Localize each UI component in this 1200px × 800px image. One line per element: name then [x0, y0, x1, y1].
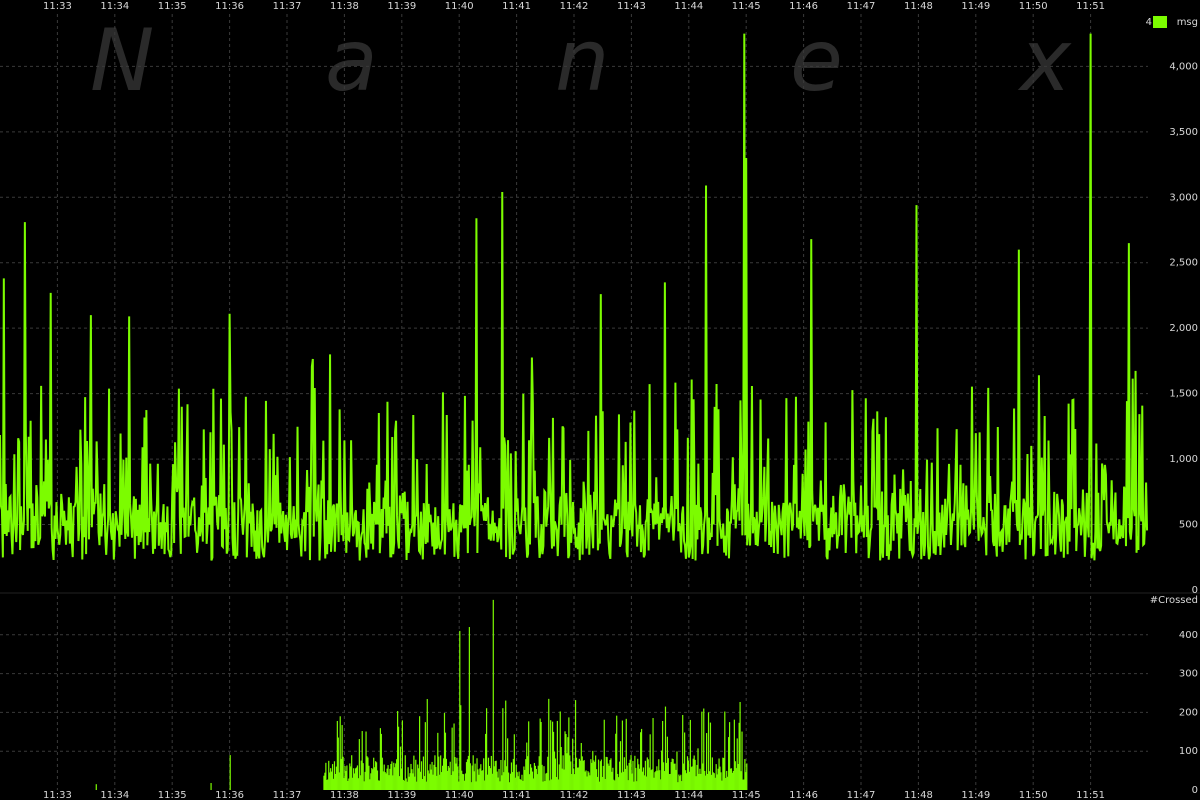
- top-x-tick-label: 11:41: [502, 1, 531, 12]
- bottom-y-tick-label: 100: [1179, 746, 1198, 757]
- bottom-x-tick-label: 11:44: [674, 790, 703, 800]
- bottom-x-tick-label: 11:36: [215, 790, 244, 800]
- bottom-x-tick-label: 11:51: [1076, 790, 1105, 800]
- top-y-tick-label: 3,000: [1169, 192, 1198, 203]
- bottom-x-tick-label: 11:35: [158, 790, 187, 800]
- top-x-tick-label: 11:44: [674, 1, 703, 12]
- bottom-x-tick-label: 11:41: [502, 790, 531, 800]
- legend-label: 4: [1146, 17, 1152, 28]
- top-y-tick-label: 1,000: [1169, 454, 1198, 465]
- top-x-tick-label: 11:37: [273, 1, 302, 12]
- bottom-y-tick-label: 300: [1179, 669, 1198, 680]
- watermark-letter: e: [790, 11, 843, 111]
- bottom-y-tick-label: 200: [1179, 707, 1198, 718]
- top-y-tick-label: 2,500: [1169, 258, 1198, 269]
- top-x-tick-label: 11:38: [330, 1, 359, 12]
- bottom-y-tick-label: 0: [1192, 785, 1198, 796]
- top-x-tick-label: 11:34: [100, 1, 129, 12]
- watermark-letter: a: [325, 11, 378, 111]
- top-x-tick-label: 11:49: [961, 1, 990, 12]
- crossed-bar: [424, 722, 426, 790]
- top-x-tick-label: 11:33: [43, 1, 72, 12]
- crossed-bar: [401, 720, 403, 790]
- bottom-x-tick-label: 11:43: [617, 790, 646, 800]
- bottom-x-tick-label: 11:50: [1019, 790, 1048, 800]
- bottom-x-tick-label: 11:47: [847, 790, 876, 800]
- crossed-bar: [210, 783, 212, 790]
- top-x-tick-label: 11:50: [1019, 1, 1048, 12]
- top-y-tick-label: 2,000: [1169, 323, 1198, 334]
- legend-swatch: [1153, 16, 1167, 28]
- top-x-tick-label: 11:51: [1076, 1, 1105, 12]
- top-x-tick-label: 11:45: [732, 1, 761, 12]
- crossed-bar: [746, 763, 748, 790]
- bottom-x-tick-label: 11:45: [732, 790, 761, 800]
- top-x-tick-label: 11:42: [560, 1, 589, 12]
- top-x-tick-label: 11:43: [617, 1, 646, 12]
- bottom-x-tick-label: 11:37: [273, 790, 302, 800]
- top-x-tick-label: 11:35: [158, 1, 187, 12]
- bottom-x-tick-label: 11:49: [961, 790, 990, 800]
- top-y-tick-label: 4,000: [1169, 61, 1198, 72]
- bottom-x-tick-label: 11:38: [330, 790, 359, 800]
- bottom-x-tick-label: 11:34: [100, 790, 129, 800]
- watermark-letter: n: [555, 11, 610, 111]
- top-x-tick-label: 11:48: [904, 1, 933, 12]
- bottom-units-label: #Crossed: [1150, 595, 1198, 606]
- bottom-x-tick-label: 11:46: [789, 790, 818, 800]
- crossed-bar: [548, 698, 550, 790]
- bottom-x-tick-label: 11:42: [560, 790, 589, 800]
- top-x-tick-label: 11:40: [445, 1, 474, 12]
- bottom-x-tick-label: 11:39: [387, 790, 416, 800]
- top-units-label: msg: [1177, 17, 1198, 28]
- bottom-x-tick-label: 11:33: [43, 790, 72, 800]
- top-y-tick-label: 1,500: [1169, 389, 1198, 400]
- top-x-tick-label: 11:47: [847, 1, 876, 12]
- top-y-tick-label: 500: [1179, 520, 1198, 531]
- chart: Na n e x 11:33 11:34 11:35 11:36 11:37 11:38 11:3…: [0, 0, 1200, 800]
- top-x-tick-label: 11:46: [789, 1, 818, 12]
- crossed-bar: [492, 599, 494, 790]
- watermark-letter: N: [90, 11, 154, 111]
- top-y-tick-label: 3,500: [1169, 127, 1198, 138]
- top-x-tick-label: 11:39: [387, 1, 416, 12]
- bottom-x-tick-label: 11:48: [904, 790, 933, 800]
- bottom-x-tick-label: 11:40: [445, 790, 474, 800]
- top-x-tick-label: 11:36: [215, 1, 244, 12]
- bottom-y-tick-label: 400: [1179, 630, 1198, 641]
- crossed-bar: [95, 784, 97, 790]
- watermark-letter: x: [1017, 11, 1072, 111]
- crossed-bar: [229, 755, 231, 790]
